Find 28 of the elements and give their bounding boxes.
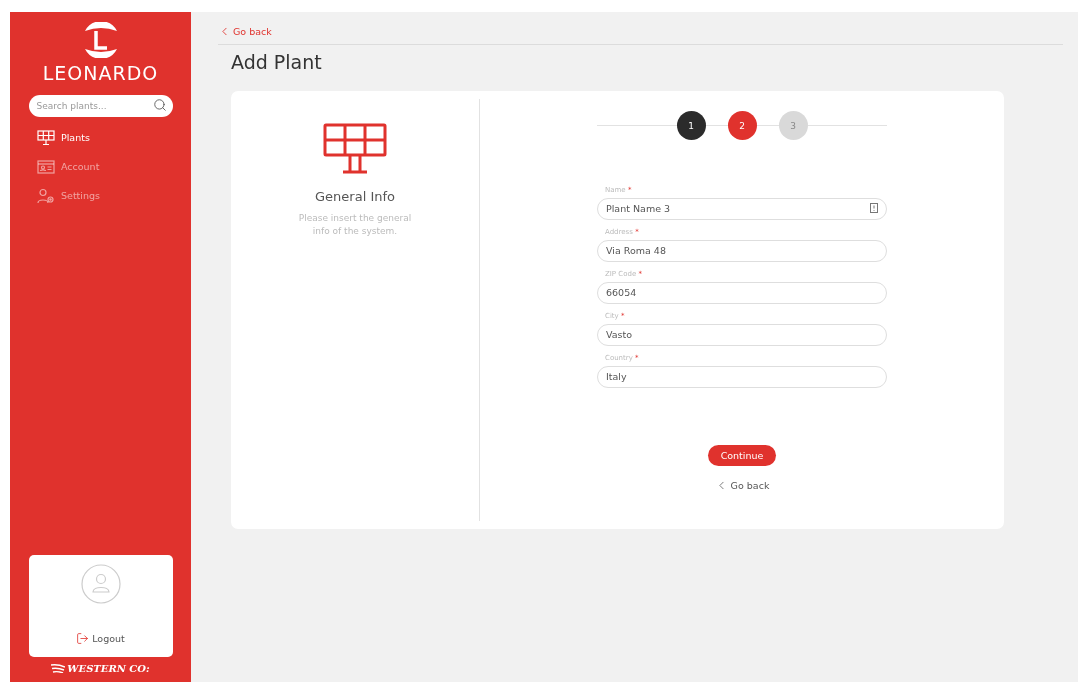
brand-name: LEONARDO: [42, 62, 159, 84]
input-field[interactable]: Via Roma 48: [597, 239, 887, 262]
input-field[interactable]: Italy: [597, 365, 887, 388]
logout-icon: [76, 632, 90, 645]
flag-icon: [51, 664, 66, 673]
input-field[interactable]: Vasto: [597, 323, 887, 346]
company-name: WESTERN CO:: [67, 663, 150, 674]
solar-panel-icon: [37, 129, 55, 146]
step-indicator: 1: [676, 111, 706, 140]
user-gear-icon: [37, 187, 55, 204]
section-heading: General Info: [315, 189, 395, 204]
step-indicator: 3: [778, 111, 808, 140]
alert-icon: [870, 203, 878, 213]
input-field[interactable]: Plant Name 3: [597, 197, 887, 220]
back-link[interactable]: Go back: [218, 25, 272, 38]
logout-button[interactable]: Logout: [76, 632, 125, 645]
solar-panel-icon: [323, 123, 387, 175]
section-description: Please insert the general info of the system.: [297, 212, 413, 238]
id-card-icon: [37, 158, 55, 175]
search-field[interactable]: Search plants...: [28, 95, 173, 117]
back-link[interactable]: Go back: [714, 479, 770, 492]
input-field[interactable]: 66054: [597, 281, 887, 304]
continue-button[interactable]: Continue: [707, 445, 777, 466]
nav-item[interactable]: Plants: [37, 128, 191, 147]
page-title: Add Plant: [231, 51, 323, 73]
avatar-icon: [80, 564, 121, 604]
search-icon[interactable]: [152, 98, 167, 112]
step-indicator: 2: [727, 111, 757, 140]
